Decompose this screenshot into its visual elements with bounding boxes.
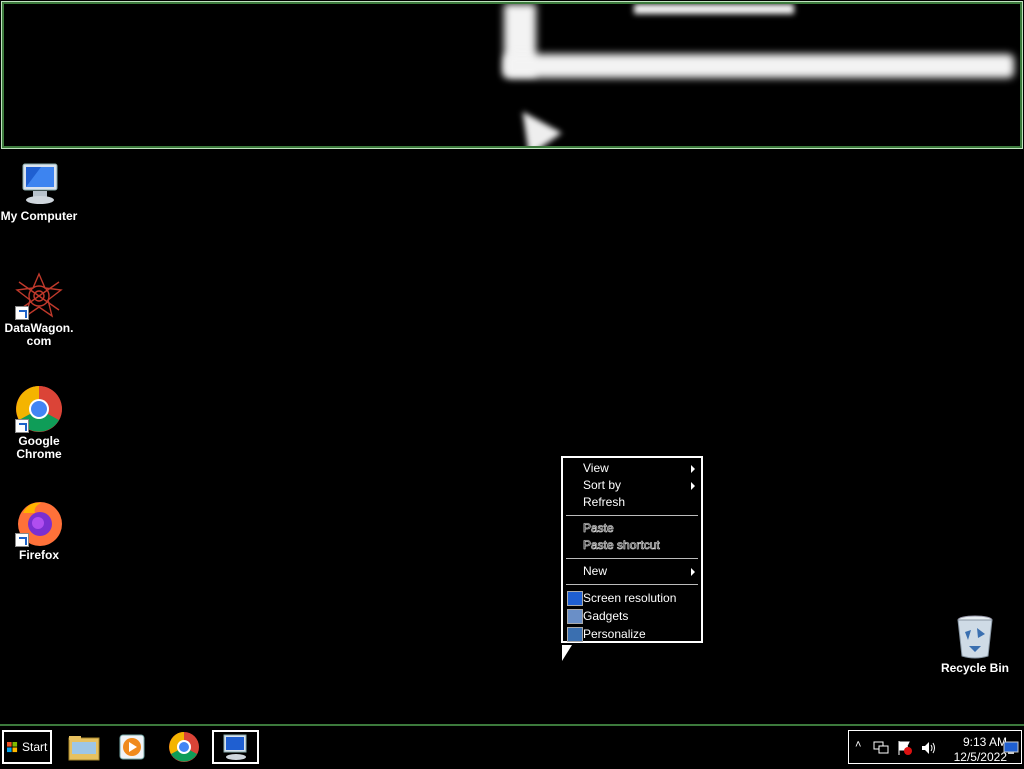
shortcut-arrow-icon xyxy=(15,419,29,433)
submenu-arrow-icon xyxy=(691,482,695,490)
magnifier-panel xyxy=(1,1,1023,149)
menu-separator xyxy=(566,584,698,585)
menu-item-sort-by[interactable]: Sort by xyxy=(583,477,621,494)
taskbar-chrome[interactable] xyxy=(162,730,206,764)
screen-resolution-icon xyxy=(567,591,583,606)
taskbar-remote-desktop[interactable] xyxy=(212,730,259,764)
menu-item-paste-shortcut: Paste shortcut xyxy=(583,537,660,554)
firefox-icon xyxy=(15,499,63,547)
desktop-icon-firefox[interactable]: Firefox xyxy=(0,499,78,562)
icon-label-line: Chrome xyxy=(16,447,62,461)
menu-item-label: Refresh xyxy=(583,495,626,509)
menu-item-label: View xyxy=(583,461,609,475)
taskbar-media-player[interactable] xyxy=(110,730,154,764)
network-icon[interactable] xyxy=(873,741,889,755)
desktop-context-menu: View Sort by Refresh Paste Paste shortcu… xyxy=(561,456,703,643)
menu-item-label: Paste xyxy=(583,521,614,536)
show-desktop-icon[interactable] xyxy=(1003,741,1019,755)
icon-label: Firefox xyxy=(18,548,59,562)
magnified-cursor xyxy=(506,100,562,146)
icon-label: DataWagon. com xyxy=(0,322,78,348)
desktop-icon-recycle-bin[interactable]: Recycle Bin xyxy=(936,612,1014,675)
submenu-arrow-icon xyxy=(691,465,695,473)
menu-item-screen-resolution[interactable]: Screen resolution xyxy=(583,590,676,607)
menu-item-new[interactable]: New xyxy=(583,563,607,580)
menu-item-label: Sort by xyxy=(583,478,622,492)
menu-item-label: Paste shortcut xyxy=(583,538,660,553)
computer-icon xyxy=(15,160,63,208)
show-hidden-icons-chevron-icon[interactable]: ˄ xyxy=(855,739,861,751)
datawagon-icon xyxy=(15,272,63,320)
desktop-icon-google-chrome[interactable]: Google Chrome xyxy=(0,385,78,461)
menu-item-view[interactable]: View xyxy=(583,460,697,477)
icon-label: My Computer xyxy=(0,209,78,223)
gadgets-icon xyxy=(567,609,583,624)
taskbar: Start ˄ 9:13 AM 12/5/2022 xyxy=(0,724,1024,768)
icon-label: Recycle Bin xyxy=(940,661,1010,675)
menu-item-label: Screen resolution xyxy=(583,591,677,605)
icon-label-line: com xyxy=(26,334,52,348)
action-center-flag-icon[interactable] xyxy=(897,740,913,756)
menu-item-paste: Paste xyxy=(583,520,614,537)
clock-time: 9:13 AM xyxy=(962,735,1007,749)
magnified-content xyxy=(634,4,794,14)
shortcut-arrow-icon xyxy=(15,306,29,320)
menu-item-gadgets[interactable]: Gadgets xyxy=(583,608,628,625)
menu-item-label: Gadgets xyxy=(583,609,629,623)
windows-logo-icon xyxy=(7,742,18,753)
chrome-icon xyxy=(169,732,199,762)
recycle-bin-icon xyxy=(951,612,999,660)
menu-item-personalize[interactable]: Personalize xyxy=(583,626,646,643)
menu-separator xyxy=(566,558,698,559)
personalize-icon xyxy=(567,627,583,642)
menu-item-refresh[interactable]: Refresh xyxy=(583,494,625,511)
shortcut-arrow-icon xyxy=(15,533,29,547)
start-button[interactable]: Start xyxy=(2,730,52,764)
remote-desktop-icon xyxy=(223,734,247,760)
submenu-arrow-icon xyxy=(691,568,695,576)
menu-item-label: New xyxy=(583,564,608,578)
file-explorer-icon xyxy=(68,736,100,761)
taskbar-file-explorer[interactable] xyxy=(62,730,106,764)
desktop-icon-datawagon[interactable]: DataWagon. com xyxy=(0,272,78,348)
start-label: Start xyxy=(22,740,48,754)
clock-date: 12/5/2022 xyxy=(953,750,1007,764)
magnified-content xyxy=(504,54,1014,78)
clock[interactable]: 9:13 AM 12/5/2022 xyxy=(937,735,1007,765)
mouse-pointer-icon xyxy=(562,645,572,661)
chrome-icon xyxy=(15,385,63,433)
icon-label: Google Chrome xyxy=(0,435,78,461)
media-player-icon xyxy=(119,734,145,760)
menu-separator xyxy=(566,515,698,516)
volume-icon[interactable] xyxy=(921,741,937,755)
system-tray: ˄ 9:13 AM 12/5/2022 xyxy=(848,730,1022,764)
menu-item-label: Personalize xyxy=(583,627,646,641)
desktop-icon-my-computer[interactable]: My Computer xyxy=(0,160,78,223)
